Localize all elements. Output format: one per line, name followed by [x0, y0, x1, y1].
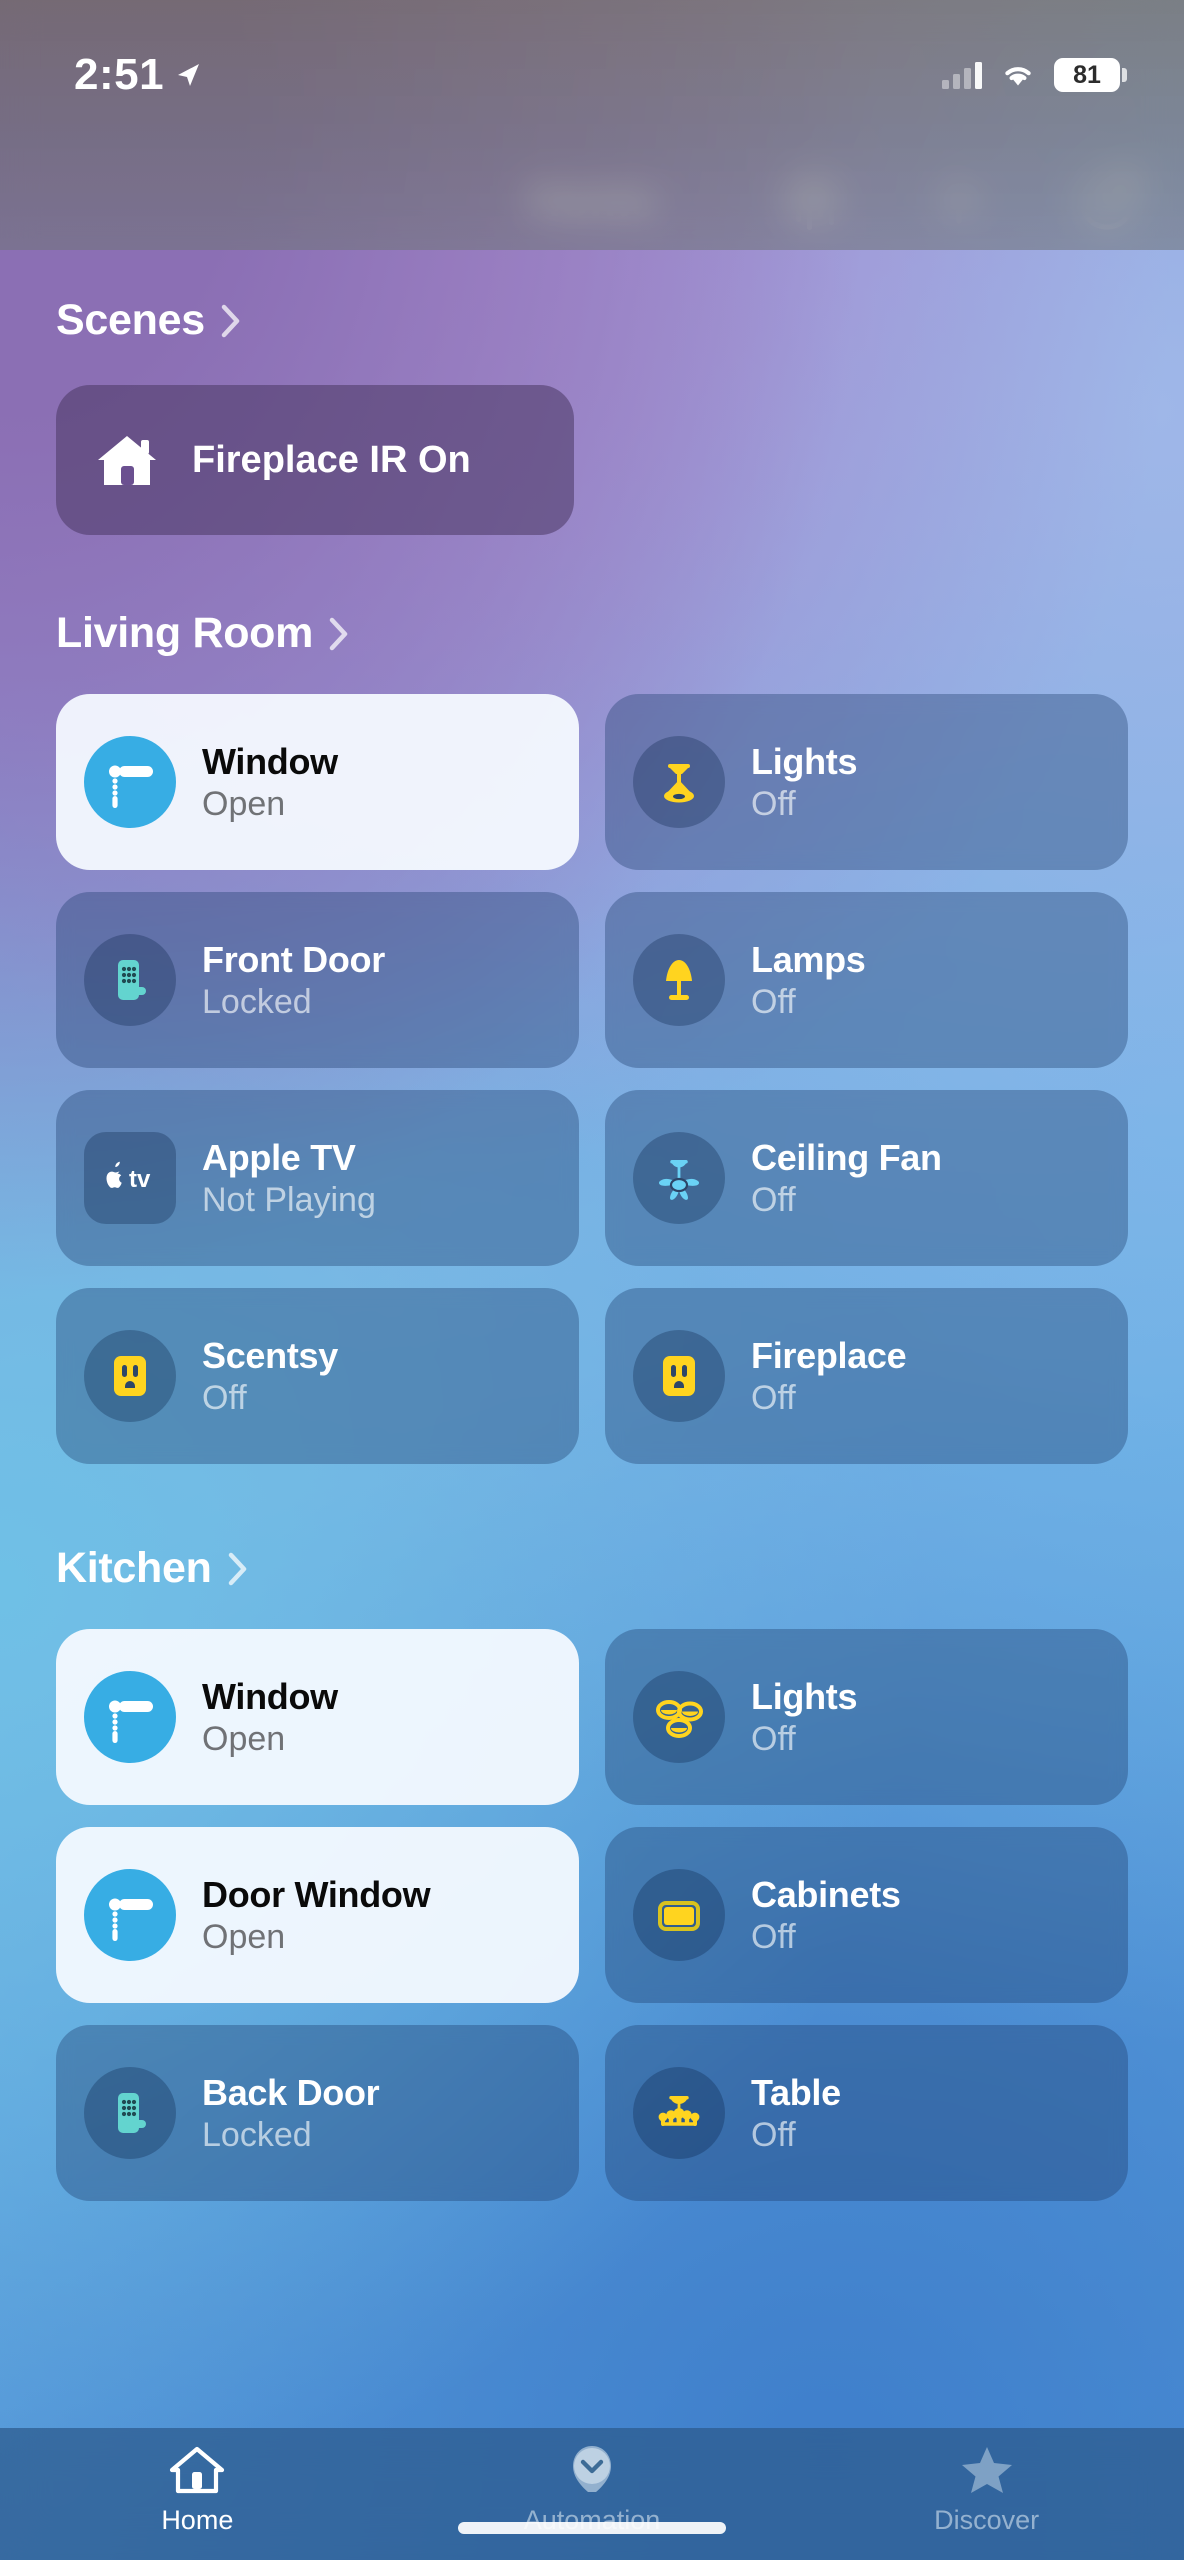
device-tile-fireplace[interactable]: Fireplace Off: [605, 1288, 1128, 1464]
section-scenes: Scenes Fireplace IR On: [0, 250, 1184, 535]
tile-state: Off: [202, 1378, 247, 1417]
device-tile-ceiling-fan[interactable]: Ceiling Fan Off: [605, 1090, 1128, 1266]
tile-title: Lights: [751, 740, 858, 782]
section-living-room: Living Room Window Open Lights Off Front…: [0, 535, 1184, 1464]
tile-title: Front Door: [202, 938, 385, 980]
device-tile-front-door[interactable]: Front Door Locked: [56, 892, 579, 1068]
device-tile-kitchen-window[interactable]: Window Open: [56, 1629, 579, 1805]
window-blind-icon: [84, 1869, 176, 1961]
tab-bar: Home Automation Discover: [0, 2428, 1184, 2560]
cellular-bars-icon: [942, 61, 982, 89]
status-time: 2:51: [74, 50, 165, 99]
chevron-right-icon: [221, 304, 240, 337]
recessed-lights-icon: [633, 1671, 725, 1763]
tile-state: Locked: [202, 982, 312, 1021]
living-room-header[interactable]: Living Room: [56, 609, 1128, 658]
star-icon: [961, 2447, 1012, 2493]
tile-title: Cabinets: [751, 1873, 901, 1915]
pendant-light-icon: [633, 736, 725, 828]
device-tile-apple-tv[interactable]: tv Apple TV Not Playing: [56, 1090, 579, 1266]
tab-label: Home: [161, 2505, 234, 2535]
power-outlet-icon: [633, 1330, 725, 1422]
chevron-right-icon: [228, 1552, 246, 1585]
tile-state: Off: [751, 1917, 796, 1956]
home-indicator: [458, 2522, 726, 2534]
svg-text:tv: tv: [129, 1166, 151, 1193]
device-tile-lamps[interactable]: Lamps Off: [605, 892, 1128, 1068]
automation-icon: [573, 2446, 611, 2492]
tile-title: Back Door: [202, 2071, 380, 2113]
tile-title: Table: [751, 2071, 841, 2113]
scene-tile-fireplace-ir-on[interactable]: Fireplace IR On: [56, 385, 574, 535]
device-tile-cabinets[interactable]: Cabinets Off: [605, 1827, 1128, 2003]
device-tile-living-room-lights[interactable]: Lights Off: [605, 694, 1128, 870]
living-room-title: Living Room: [56, 609, 314, 657]
tile-title: Lamps: [751, 938, 866, 980]
device-tile-living-room-window[interactable]: Window Open: [56, 694, 579, 870]
tile-state: Open: [202, 1719, 286, 1758]
tile-state: Off: [751, 982, 796, 1021]
tile-state: Not Playing: [202, 1180, 376, 1219]
table-lamp-icon: [633, 934, 725, 1026]
tile-state: Open: [202, 784, 286, 823]
tile-title: Scentsy: [202, 1334, 338, 1376]
status-bar-left: 2:51: [74, 50, 202, 100]
tile-state: Off: [751, 1180, 796, 1219]
scenes-header[interactable]: Scenes: [56, 296, 1128, 345]
house-icon: [98, 436, 156, 485]
chandelier-icon: [633, 2067, 725, 2159]
power-outlet-icon: [84, 1330, 176, 1422]
battery-level: 81: [1073, 60, 1101, 89]
kitchen-tile-grid: Window Open Lights Off Door Window Open …: [56, 1629, 1128, 2201]
window-blind-icon: [84, 736, 176, 828]
tile-title: Window: [202, 1675, 338, 1717]
tile-state: Off: [751, 784, 796, 823]
location-arrow-icon: [178, 64, 200, 86]
tile-title: Window: [202, 740, 338, 782]
tile-state: Off: [751, 1378, 796, 1417]
home-scroll-content[interactable]: Scenes Fireplace IR On Living Room Windo…: [0, 0, 1184, 2560]
kitchen-header[interactable]: Kitchen: [56, 1544, 1128, 1593]
status-bar: 2:51 81: [0, 0, 1184, 150]
apple-tv-icon: tv: [84, 1132, 176, 1224]
tab-label: Discover: [934, 2505, 1040, 2535]
window-blind-icon: [84, 1671, 176, 1763]
tile-title: Apple TV: [202, 1136, 356, 1178]
battery-indicator: 81: [1054, 58, 1127, 92]
scenes-title: Scenes: [56, 296, 205, 344]
tile-title: Lights: [751, 1675, 858, 1717]
chevron-right-icon: [329, 617, 348, 650]
tile-state: Off: [751, 1719, 796, 1758]
tab-home[interactable]: Home: [0, 2444, 395, 2536]
house-icon: [170, 2446, 225, 2494]
tile-state: Open: [202, 1917, 286, 1956]
device-tile-scentsy[interactable]: Scentsy Off: [56, 1288, 579, 1464]
kitchen-title: Kitchen: [56, 1544, 212, 1592]
tile-state: Off: [751, 2115, 796, 2154]
door-lock-icon: [84, 2067, 176, 2159]
tile-state: Locked: [202, 2115, 312, 2154]
tile-title: Fireplace: [751, 1334, 907, 1376]
device-tile-door-window[interactable]: Door Window Open: [56, 1827, 579, 2003]
device-tile-back-door[interactable]: Back Door Locked: [56, 2025, 579, 2201]
door-lock-icon: [84, 934, 176, 1026]
ceiling-fan-icon: [633, 1132, 725, 1224]
tile-title: Door Window: [202, 1873, 431, 1915]
tab-discover[interactable]: Discover: [789, 2444, 1184, 2536]
light-strip-icon: [633, 1869, 725, 1961]
tile-title: Ceiling Fan: [751, 1136, 942, 1178]
device-tile-table[interactable]: Table Off: [605, 2025, 1128, 2201]
device-tile-kitchen-lights[interactable]: Lights Off: [605, 1629, 1128, 1805]
scene-label: Fireplace IR On: [192, 438, 471, 481]
living-room-tile-grid: Window Open Lights Off Front Door Locked…: [56, 694, 1128, 1464]
status-bar-right: 81: [942, 58, 1127, 92]
wifi-icon: [1005, 67, 1031, 86]
section-kitchen: Kitchen Window Open Lights Off Door Wind…: [0, 1464, 1184, 2201]
